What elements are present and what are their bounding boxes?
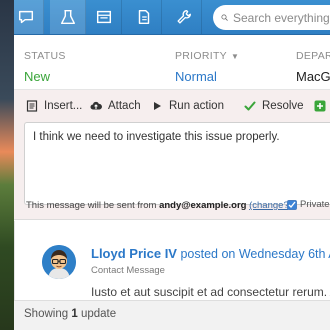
- priority-property[interactable]: PRIORITY ▼ Normal: [175, 50, 239, 84]
- add-button[interactable]: [314, 100, 326, 112]
- checkmark-icon: [244, 101, 256, 111]
- attach-button[interactable]: Attach: [90, 100, 141, 112]
- sender-email: andy@example.org: [159, 200, 247, 211]
- reply-actions: Insert... Attach Run action Resolve: [14, 90, 330, 124]
- document-toolbar-button[interactable]: [126, 0, 162, 34]
- status-property[interactable]: STATUS New: [24, 50, 66, 84]
- insert-button[interactable]: Insert...: [26, 100, 82, 112]
- footer-prefix: Showing: [24, 308, 69, 320]
- author-name[interactable]: Lloyd Price IV: [91, 246, 177, 261]
- avatar[interactable]: [42, 245, 76, 279]
- updates-footer: Showing 1 update: [14, 300, 330, 330]
- wrench-icon: [176, 10, 191, 24]
- message-item: Lloyd Price IV posted on Wednesday 6th A…: [14, 221, 330, 301]
- insert-label: Insert...: [44, 100, 83, 112]
- message-author-line: Lloyd Price IV posted on Wednesday 6th A…: [91, 246, 330, 261]
- private-toggle[interactable]: Private: [287, 199, 330, 210]
- status-label: STATUS: [24, 50, 66, 62]
- run-action-button[interactable]: Run action: [151, 100, 224, 112]
- message-body: Iusto et aut suscipit et ad consectetur …: [91, 285, 330, 299]
- flask-toolbar-button[interactable]: [50, 0, 86, 34]
- document-icon: [26, 100, 38, 112]
- ticket-panel: STATUS New PRIORITY ▼ Normal DEPART MacGy…: [14, 0, 330, 330]
- cloud-upload-icon: [90, 101, 102, 110]
- private-checkbox[interactable]: [287, 199, 297, 210]
- checkmark-icon: [288, 201, 296, 208]
- department-property[interactable]: DEPART MacGy: [296, 50, 330, 84]
- department-label: DEPART: [296, 50, 330, 62]
- send-info: This message will be sent from andy@exam…: [26, 200, 292, 211]
- document-icon: [138, 9, 149, 25]
- department-value[interactable]: MacGy: [296, 69, 330, 84]
- resolve-button[interactable]: Resolve: [244, 100, 304, 112]
- top-toolbar: [14, 0, 330, 35]
- attach-label: Attach: [108, 100, 141, 112]
- flask-icon: [60, 9, 75, 25]
- private-label: Private: [300, 199, 330, 210]
- caret-down-icon: ▼: [231, 51, 240, 61]
- chat-bubble-icon: [18, 10, 33, 24]
- search-box[interactable]: [213, 5, 330, 30]
- send-info-prefix: This message will be sent from: [26, 200, 157, 211]
- status-value[interactable]: New: [24, 69, 66, 84]
- search-icon: [221, 14, 228, 21]
- message-type: Contact Message: [91, 265, 165, 276]
- reply-textarea[interactable]: I think we need to investigate this issu…: [24, 122, 330, 205]
- footer-suffix: update: [80, 308, 117, 320]
- update-count: 1: [71, 308, 78, 320]
- inbox-toolbar-button[interactable]: [86, 0, 122, 34]
- wrench-toolbar-button[interactable]: [166, 0, 202, 34]
- priority-value[interactable]: Normal: [175, 69, 239, 84]
- ticket-properties: STATUS New PRIORITY ▼ Normal DEPART MacGy: [14, 36, 330, 90]
- play-icon: [154, 102, 161, 110]
- message-meta: posted on Wednesday 6th August a: [180, 247, 330, 261]
- desktop-wallpaper: [0, 0, 14, 330]
- run-action-label: Run action: [169, 100, 224, 112]
- resolve-label: Resolve: [262, 100, 304, 112]
- user-avatar-icon: [42, 245, 76, 279]
- change-sender-link[interactable]: (change?): [249, 200, 292, 211]
- chat-toolbar-button[interactable]: [14, 0, 44, 34]
- plus-icon: [314, 100, 326, 112]
- inbox-icon: [96, 10, 111, 24]
- search-input[interactable]: [233, 10, 330, 25]
- priority-label: PRIORITY: [175, 50, 227, 62]
